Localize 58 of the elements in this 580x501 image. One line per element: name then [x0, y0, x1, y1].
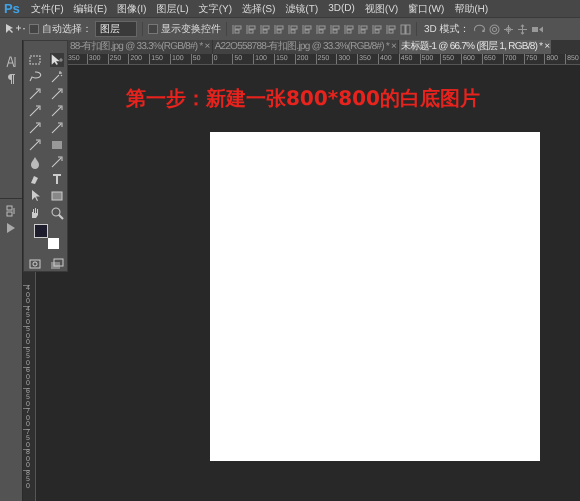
align-icon[interactable]: [386, 24, 397, 34]
quick-mask-icon[interactable]: [28, 258, 42, 270]
align-icon[interactable]: [288, 24, 299, 34]
close-button[interactable]: ×: [391, 41, 396, 52]
document-tab[interactable]: A22O558788-有扣图.jpg @ 33.3%(RGB/8#) * ×: [212, 40, 398, 54]
character-panel-icon[interactable]: [6, 56, 16, 68]
app-logo: Ps: [3, 1, 21, 16]
close-button[interactable]: ×: [544, 41, 550, 52]
screen-mode-icon[interactable]: [50, 258, 64, 270]
align-icon[interactable]: [232, 24, 243, 34]
show-transform-label: 显示变换控件: [161, 22, 221, 36]
background-color-swatch[interactable]: [48, 238, 58, 249]
auto-select-label: 自动选择：: [42, 22, 92, 36]
wand-icon[interactable]: [50, 70, 64, 84]
document-tab[interactable]: 未标题-1 @ 66.7% (图层 1, RGB/8) * ×: [399, 40, 552, 54]
slide-icon[interactable]: [516, 24, 528, 34]
roll-icon[interactable]: [488, 24, 500, 34]
align-icon[interactable]: [260, 24, 271, 34]
menu-item[interactable]: 图层(L): [151, 2, 194, 16]
align-icon[interactable]: [316, 24, 327, 34]
align-icon[interactable]: [372, 24, 383, 34]
paragraph-icon[interactable]: [7, 74, 15, 84]
move-icon[interactable]: [50, 53, 64, 67]
align-icon[interactable]: [246, 24, 257, 34]
foreground-color-swatch[interactable]: [34, 224, 48, 238]
menu-item[interactable]: 文字(Y): [194, 2, 238, 16]
menu-item[interactable]: 窗口(W): [403, 2, 450, 16]
align-icon[interactable]: [330, 24, 341, 34]
menu-item[interactable]: 视图(V): [360, 2, 404, 16]
document-tab[interactable]: 88-有扣图.jpg @ 33.3%(RGB/8#) * ×: [68, 40, 212, 54]
menu-item[interactable]: 选择(S): [237, 2, 280, 16]
move-tool-icon[interactable]: [4, 23, 26, 35]
play-icon[interactable]: [7, 223, 15, 233]
align-icon[interactable]: [302, 24, 313, 34]
layer-dropdown[interactable]: 图层: [95, 21, 137, 37]
3d-mode-label: 3D 模式：: [424, 22, 470, 36]
align-icon[interactable]: [358, 24, 369, 34]
align-icon[interactable]: [274, 24, 285, 34]
instruction-heading: 第一步：新建一张800*800的白底图片: [126, 85, 481, 112]
scale-icon[interactable]: [530, 24, 544, 34]
rectangle-icon[interactable]: [50, 189, 64, 203]
rotate-icon[interactable]: [472, 24, 486, 34]
menu-item[interactable]: 帮助(H): [449, 2, 494, 16]
checkbox[interactable]: [148, 24, 158, 34]
close-button[interactable]: ×: [204, 41, 210, 52]
menu-item[interactable]: 滤镜(T): [280, 2, 324, 16]
menu-item[interactable]: 文件(F): [26, 2, 69, 16]
menu-item[interactable]: 编辑(E): [68, 2, 112, 16]
lasso-icon[interactable]: [28, 70, 42, 84]
drag-icon[interactable]: [502, 24, 514, 34]
menu-item[interactable]: 图像(I): [112, 2, 152, 16]
menu-item[interactable]: 3D(D): [323, 3, 360, 14]
align-icon[interactable]: [344, 24, 355, 34]
auto-align-icon[interactable]: [400, 24, 411, 34]
checkbox[interactable]: [29, 24, 39, 34]
zoom-icon[interactable]: [50, 206, 64, 220]
marquee-icon[interactable]: [28, 53, 42, 67]
history-icon[interactable]: [6, 205, 16, 217]
